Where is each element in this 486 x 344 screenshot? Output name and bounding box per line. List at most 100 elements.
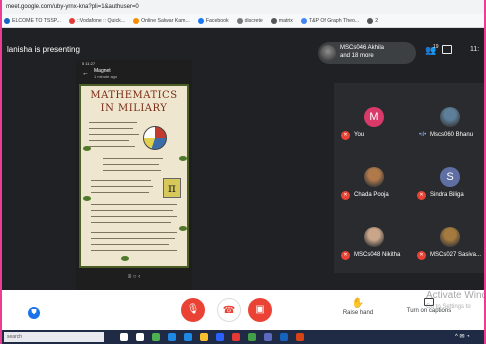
- poster-title-line2: IN MILIARY: [100, 103, 168, 114]
- mic-muted-icon: ✕: [341, 131, 350, 140]
- screen: meet.google.com/uby-yrnx-kna?pli=1&authu…: [0, 0, 486, 344]
- chrome2-icon[interactable]: [232, 333, 240, 341]
- bookmark-item[interactable]: matrix: [270, 14, 293, 27]
- chat-icon[interactable]: [442, 45, 452, 54]
- bookmark-favicon-icon: [4, 17, 10, 24]
- mail-icon[interactable]: [184, 333, 192, 341]
- bookmark-label: discrete: [244, 18, 263, 24]
- chat-time: 1 minute ago: [94, 74, 118, 79]
- chrome-icon[interactable]: [152, 333, 160, 341]
- bookmark-favicon-icon: [133, 17, 140, 24]
- poster-title-line1: MATHEMATICS: [90, 90, 178, 101]
- participant-tile[interactable]: ✕ MSCs027 Sasiva...: [410, 219, 486, 267]
- host-avatar: [320, 45, 336, 61]
- leaf-decoration: [179, 156, 187, 161]
- word-icon[interactable]: [280, 333, 288, 341]
- mic-muted-icon: ✕: [417, 191, 426, 200]
- poster-text-line: [103, 158, 163, 159]
- hang-up-button[interactable]: ☎: [217, 298, 241, 322]
- participant-name: MSCs048 Nikitha: [354, 252, 401, 258]
- participant-avatar: [364, 167, 384, 187]
- frame-border-left: [0, 0, 2, 344]
- camera-off-button[interactable]: ▣: [248, 298, 272, 322]
- raise-hand-label: Raise hand: [342, 310, 374, 316]
- host-more: and 18 more: [340, 53, 374, 59]
- leaf-decoration: [179, 226, 187, 231]
- task-view-icon[interactable]: [136, 333, 144, 341]
- poster-text-line: [91, 180, 151, 181]
- explorer-icon[interactable]: [200, 333, 208, 341]
- meeting-clock: 11:: [470, 46, 480, 53]
- meeting-controls: ⛊ 🎙 ☎ ▣ ✋ Raise hand Turn on captions Ac…: [0, 290, 486, 330]
- taskbar-search[interactable]: search: [4, 332, 104, 342]
- meet-header: lanisha is presenting MSCs046 Akhila and…: [0, 29, 486, 69]
- bookmark-label: matrix: [278, 18, 293, 24]
- pie-chart-icon: [143, 126, 167, 150]
- store-icon[interactable]: [216, 333, 224, 341]
- bookmark-item[interactable]: discrete: [236, 14, 263, 27]
- poster-title: MATHEMATICS IN MILIARY: [81, 89, 187, 115]
- poster-text-line: [89, 122, 137, 123]
- participant-avatar: S: [440, 167, 460, 187]
- windows-activation-subtext: Go to Settings to: [426, 304, 471, 310]
- mic-muted-icon: ✕: [341, 251, 350, 260]
- bookmark-item[interactable]: 2: [367, 14, 379, 27]
- participant-tile[interactable]: ✕ Chada Pooja: [334, 159, 410, 207]
- poster-text-line: [89, 140, 129, 141]
- address-bar[interactable]: meet.google.com/uby-yrnx-kna?pli=1&authu…: [0, 0, 486, 14]
- host-name: MSCs046 Akhila: [340, 45, 385, 51]
- bookmark-favicon-icon: [270, 17, 277, 24]
- poster-text-line: [89, 128, 133, 129]
- participant-name: Mscs060 Bhanu: [430, 132, 474, 138]
- leaf-decoration: [121, 256, 129, 261]
- search-task-icon[interactable]: [120, 333, 128, 341]
- participant-tile[interactable]: M ✕ You: [334, 99, 410, 147]
- bookmark-item[interactable]: ELCOME TO TSSP...: [4, 14, 61, 27]
- windows-taskbar: search ^ ✉ ◔: [0, 330, 486, 344]
- maps-icon[interactable]: [248, 333, 256, 341]
- participant-tile[interactable]: S ✕ Sindra Biliga: [410, 159, 486, 207]
- bookmark-item[interactable]: ::Vodafone :: Quick...: [68, 14, 125, 27]
- bookmarks-bar: ELCOME TO TSSP...::Vodafone :: Quick... O…: [0, 14, 486, 28]
- raise-hand-button[interactable]: ✋ Raise hand: [336, 298, 380, 316]
- bookmark-item[interactable]: T&P Of Graph Theo...: [300, 14, 359, 27]
- mic-muted-icon: ✕: [417, 251, 426, 260]
- bookmark-label: Online Salwar Kam...: [141, 18, 190, 24]
- poster-text-line: [103, 164, 159, 165]
- pi-symbol: π: [163, 178, 181, 198]
- bookmark-item[interactable]: Facebook: [197, 14, 229, 27]
- poster-text-line: [89, 134, 139, 135]
- bookmark-favicon-icon: [68, 17, 75, 24]
- mic-off-button[interactable]: 🎙: [181, 298, 205, 322]
- participant-tile[interactable]: •ıl• Mscs060 Bhanu: [410, 99, 486, 147]
- system-tray[interactable]: ^ ✉ ◔: [455, 332, 470, 342]
- participant-avatar: [440, 107, 460, 127]
- participant-grid: M ✕ You •ıl• Mscs060 Bhanu ✕ Chada Pooja S ✕ Sind…: [334, 83, 486, 273]
- meeting-info-icon[interactable]: ⛊: [28, 307, 40, 319]
- raise-hand-icon: ✋: [351, 298, 365, 309]
- participant-tile[interactable]: ✕ MSCs048 Nikitha: [334, 219, 410, 267]
- bookmark-label: Facebook: [205, 18, 229, 24]
- poster-text-line: [91, 210, 173, 211]
- bookmark-label: ELCOME TO TSSP...: [12, 18, 61, 24]
- edge-icon[interactable]: [168, 333, 176, 341]
- poster-image: MATHEMATICS IN MILIARY π: [79, 84, 189, 268]
- poster-text-line: [91, 186, 153, 187]
- bookmark-favicon-icon: [236, 17, 243, 24]
- speaking-indicator-icon: •ıl•: [419, 132, 427, 138]
- bookmark-favicon-icon: [300, 17, 307, 24]
- teams-icon[interactable]: [264, 333, 272, 341]
- bookmark-label: 2: [375, 18, 379, 24]
- poster-text-line: [91, 238, 175, 239]
- powerpoint-icon[interactable]: [296, 333, 304, 341]
- poster-text-line: [91, 216, 177, 217]
- mic-muted-icon: ✕: [341, 191, 350, 200]
- bookmark-item[interactable]: Online Salwar Kam...: [133, 14, 190, 27]
- participants-chip[interactable]: MSCs046 Akhila and 18 more: [318, 42, 416, 64]
- poster-text-line: [91, 192, 149, 193]
- leaf-decoration: [83, 196, 91, 201]
- poster-text-line: [91, 232, 177, 233]
- phone-nav-bar: ≡ ○ ‹: [127, 274, 141, 280]
- people-count: 19: [433, 44, 439, 50]
- participant-avatar: [364, 227, 384, 247]
